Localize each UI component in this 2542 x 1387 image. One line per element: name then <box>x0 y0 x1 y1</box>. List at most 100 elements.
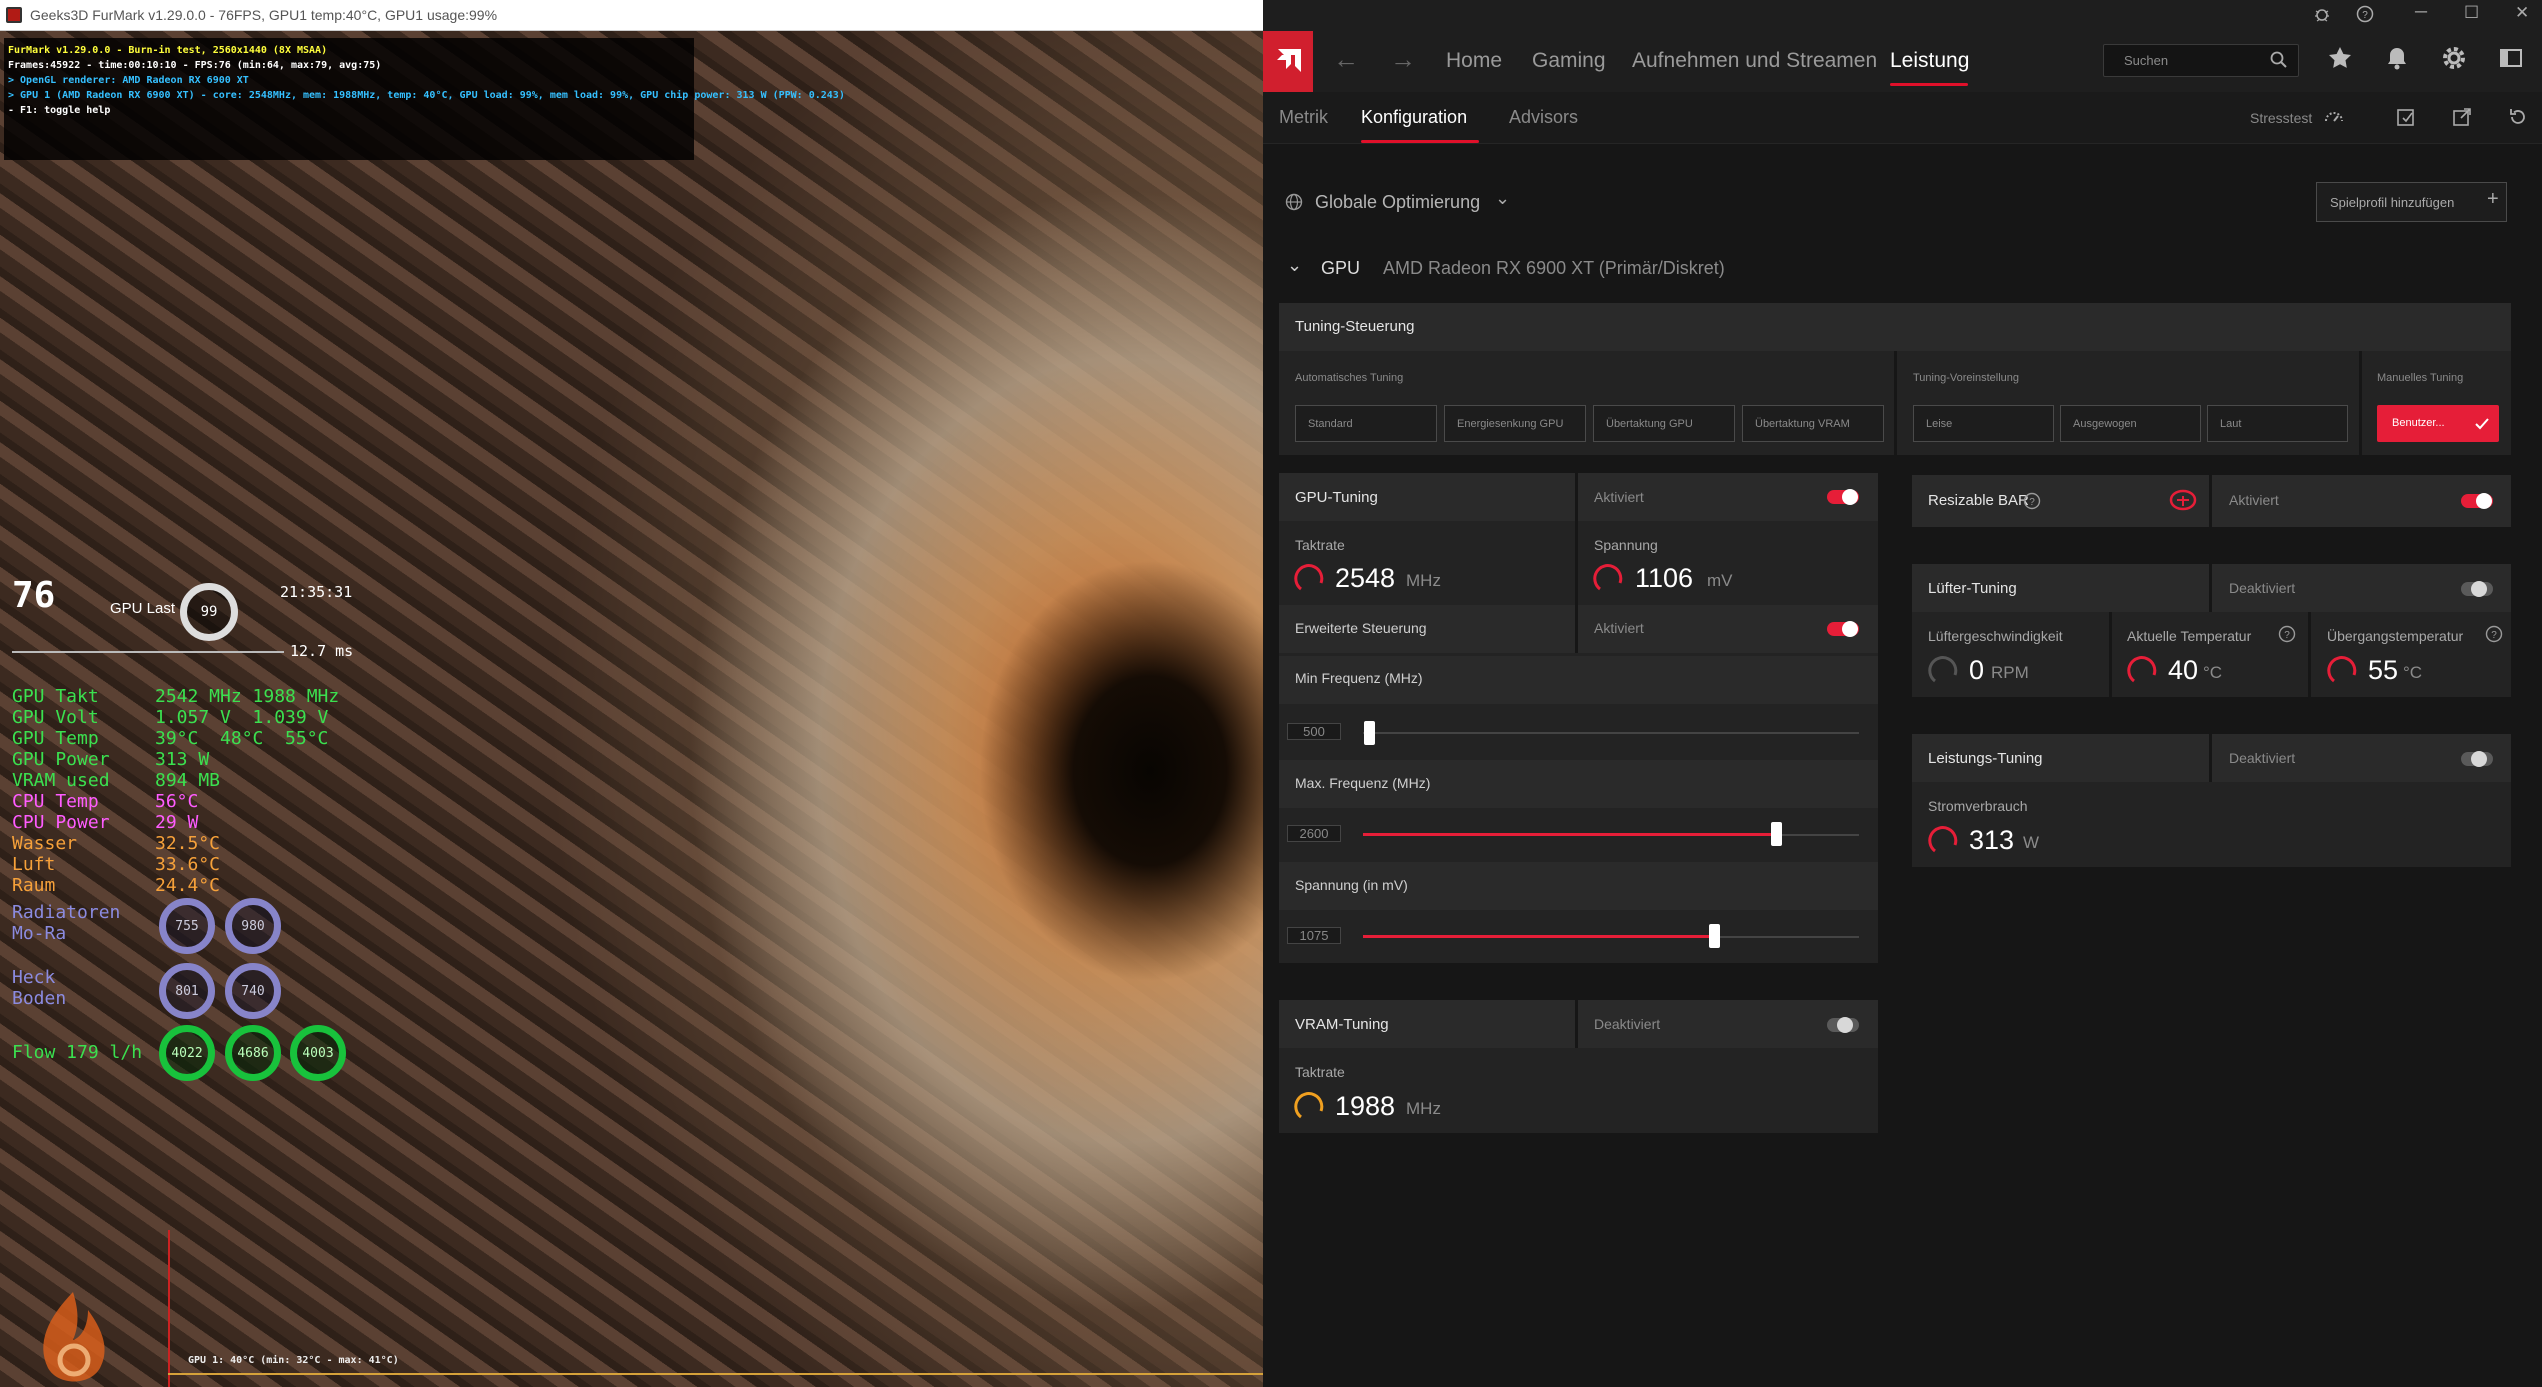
stresstest-gauge-icon[interactable] <box>2323 106 2345 128</box>
gpu-tuning-status: Aktiviert <box>1594 489 1644 505</box>
hud-line-gpu: > GPU 1 (AMD Radeon RX 6900 XT) - core: … <box>8 90 845 101</box>
divider <box>1894 351 1897 455</box>
current-temp-value: 40 <box>2168 655 2199 685</box>
bug-report-icon[interactable] <box>2313 5 2331 23</box>
fan-tuning-toggle[interactable] <box>2461 581 2493 597</box>
add-game-profile-label: Spielprofil hinzufügen <box>2330 195 2455 210</box>
sensor-label: Raum <box>12 875 56 896</box>
help-icon[interactable]: ? <box>2356 5 2374 23</box>
search-input[interactable]: Suchen <box>2103 44 2299 77</box>
max-freq-fill <box>1363 833 1777 836</box>
preset-loud-button[interactable]: Laut <box>2207 405 2348 442</box>
amd-logo[interactable] <box>1263 31 1313 92</box>
nav-record-stream[interactable]: Aufnehmen und Streamen <box>1632 49 1877 73</box>
advanced-control-title: Erweiterte Steuerung <box>1295 620 1427 636</box>
max-freq-input[interactable]: 2600 <box>1287 825 1341 842</box>
minimize-icon[interactable]: ─ <box>2415 2 2427 22</box>
sensor-row: VRAM used 894 MB <box>12 770 220 791</box>
tab-metrics[interactable]: Metrik <box>1279 107 1328 128</box>
export-icon[interactable] <box>2451 106 2473 128</box>
radiatoren-label: Radiatoren <box>12 902 121 923</box>
amd-logo-icon <box>1277 48 1301 72</box>
notifications-bell-icon[interactable] <box>2384 45 2410 71</box>
close-icon[interactable]: ✕ <box>2515 3 2529 23</box>
current-temp-unit: °C <box>2203 663 2223 682</box>
resizable-bar-status: Aktiviert <box>2229 492 2279 508</box>
fan-ring: 740 <box>225 963 281 1019</box>
maximize-icon[interactable]: ☐ <box>2464 3 2479 23</box>
power-tuning-status: Deaktiviert <box>2229 750 2296 766</box>
min-freq-track <box>1363 732 1859 734</box>
tab-configuration[interactable]: Konfiguration <box>1361 107 1467 128</box>
current-temp-label: Aktuelle Temperatur <box>2127 628 2252 644</box>
info-icon[interactable]: ? <box>2023 492 2041 510</box>
nav-active-indicator <box>1890 83 1968 86</box>
settings-gear-icon[interactable] <box>2441 45 2467 71</box>
preset-undervolt-button[interactable]: Energiesenkung GPU <box>1444 405 1586 442</box>
sensor-value: 2542 MHz 1988 MHz <box>155 686 340 707</box>
sensor-value: 32.5°C <box>155 833 221 854</box>
sensor-label: GPU Volt <box>12 707 99 728</box>
gpu-section-label[interactable]: GPU <box>1321 258 1360 279</box>
tab-advisors[interactable]: Advisors <box>1509 107 1578 128</box>
favorites-star-icon[interactable] <box>2327 45 2353 71</box>
info-icon[interactable]: ? <box>2278 625 2296 643</box>
chevron-down-icon[interactable]: ⌄ <box>1495 188 1510 209</box>
voltage-fill <box>1363 935 1713 938</box>
min-freq-input[interactable]: 500 <box>1287 723 1341 740</box>
preset-overclock-vram-button[interactable]: Übertaktung VRAM <box>1742 405 1884 442</box>
stresstest-label[interactable]: Stresstest <box>2250 110 2312 126</box>
divider <box>1575 521 1578 605</box>
nav-performance[interactable]: Leistung <box>1890 49 1969 73</box>
search-icon[interactable] <box>2270 51 2288 69</box>
voltage-slider-thumb[interactable] <box>1709 924 1720 948</box>
min-freq-slider-thumb[interactable] <box>1364 721 1375 745</box>
reset-icon[interactable] <box>2507 106 2529 128</box>
back-arrow-icon[interactable]: ← <box>1333 44 1359 75</box>
sensor-label: GPU Takt <box>12 686 99 707</box>
sensor-label: GPU Power <box>12 749 110 770</box>
power-unit: W <box>2023 833 2040 852</box>
sensor-row: Luft 33.6°C <box>12 854 220 875</box>
advanced-control-toggle[interactable] <box>1827 621 1859 637</box>
gpu-last-label: GPU Last <box>110 600 176 617</box>
gpu-collapse-chevron-icon[interactable]: ⌄ <box>1287 255 1302 276</box>
global-optimization-dropdown[interactable]: Globale Optimierung <box>1315 192 1480 213</box>
svg-text:?: ? <box>2491 630 2497 641</box>
nav-gaming[interactable]: Gaming <box>1532 49 1606 73</box>
max-freq-slider-thumb[interactable] <box>1771 822 1782 846</box>
hud-line-renderer: > OpenGL renderer: AMD Radeon RX 6900 XT <box>8 75 249 86</box>
save-profile-icon[interactable] <box>2395 106 2417 128</box>
add-game-profile-button[interactable]: Spielprofil hinzufügen + <box>2316 182 2507 222</box>
auto-tuning-label: Automatisches Tuning <box>1295 372 1404 384</box>
divider <box>2109 612 2112 697</box>
forward-arrow-icon[interactable]: → <box>1390 44 1416 75</box>
divider <box>1575 605 1578 653</box>
preset-quiet-button[interactable]: Leise <box>1913 405 2054 442</box>
sensor-row: GPU Power 313 W <box>12 749 209 770</box>
furmark-overlay: FurMark v1.29.0.0 - Burn-in test, 2560x1… <box>0 0 1263 1387</box>
gpu-tuning-toggle[interactable] <box>1827 489 1859 505</box>
gpu-last-gauge: 99 <box>180 583 238 641</box>
fan-tuning-title: Lüfter-Tuning <box>1928 580 2017 597</box>
voltage-mv-label: Spannung (in mV) <box>1295 877 1408 893</box>
nav-home[interactable]: Home <box>1446 49 1502 73</box>
fan-speed-value: 0 <box>1969 655 1985 685</box>
vram-tuning-toggle[interactable] <box>1827 1017 1859 1033</box>
custom-tuning-button[interactable]: Benutzer... <box>2377 405 2499 442</box>
preset-balanced-button[interactable]: Ausgewogen <box>2060 405 2201 442</box>
globe-icon <box>1285 193 1303 211</box>
checkmark-icon <box>2475 418 2489 430</box>
sidebar-toggle-icon[interactable] <box>2498 45 2524 71</box>
gpu-name: AMD Radeon RX 6900 XT (Primär/Diskret) <box>1383 258 1725 278</box>
power-tuning-toggle[interactable] <box>2461 751 2493 767</box>
divider <box>2209 564 2212 612</box>
sensor-row: Wasser 32.5°C <box>12 833 220 854</box>
info-icon[interactable]: ? <box>2485 625 2503 643</box>
frametime-bar <box>12 651 284 653</box>
tuning-preset-label: Tuning-Voreinstellung <box>1913 372 2019 384</box>
resizable-bar-toggle[interactable] <box>2461 493 2493 509</box>
preset-overclock-gpu-button[interactable]: Übertaktung GPU <box>1593 405 1735 442</box>
voltage-mv-input[interactable]: 1075 <box>1287 927 1341 944</box>
preset-standard-button[interactable]: Standard <box>1295 405 1437 442</box>
